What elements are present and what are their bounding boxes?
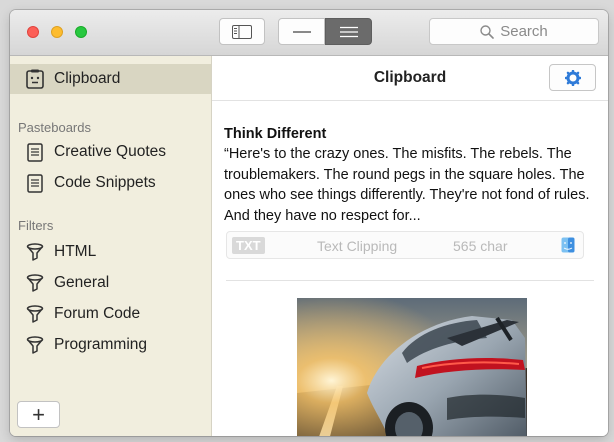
- gear-icon: [564, 69, 581, 86]
- search-icon: [480, 24, 495, 39]
- page-title: Clipboard: [373, 69, 447, 86]
- funnel-icon: [25, 273, 45, 293]
- funnel-icon: [25, 335, 45, 355]
- clip-title[interactable]: Think Different: [224, 126, 326, 142]
- sidebar-item-label: General: [54, 274, 110, 291]
- compact-view-button[interactable]: [278, 18, 325, 45]
- clip-preview-text[interactable]: “Here's to the crazy ones. The misfits. …: [224, 144, 596, 226]
- main-header: Clipboard: [212, 56, 608, 101]
- close-window-button[interactable]: [27, 26, 39, 38]
- sidebar-item-html[interactable]: HTML: [10, 237, 211, 267]
- type-badge: TXT: [232, 237, 265, 254]
- sidebar-item-label: Creative Quotes: [54, 143, 166, 160]
- settings-button[interactable]: [549, 64, 596, 91]
- zoom-window-button[interactable]: [75, 26, 87, 38]
- clip-metadata-bar: TXT Text Clipping 565 char: [226, 231, 584, 259]
- add-button[interactable]: +: [17, 401, 60, 428]
- funnel-icon: [25, 304, 45, 324]
- pasteboards-heading: Pasteboards: [18, 120, 91, 135]
- sidebar-item-general[interactable]: General: [10, 268, 211, 298]
- sidebar-item-code-snippets[interactable]: Code Snippets: [10, 168, 211, 198]
- clipboard-icon: [25, 69, 45, 89]
- sidebar-item-label: Programming: [54, 336, 148, 353]
- title-bar: Search: [10, 10, 608, 56]
- sidebar-icon: [232, 24, 252, 39]
- finder-icon[interactable]: [561, 237, 575, 256]
- divider: [226, 280, 594, 281]
- document-icon: [25, 142, 45, 162]
- sidebar-item-label: Code Snippets: [54, 174, 156, 191]
- list-icon: [339, 26, 358, 37]
- minimize-window-button[interactable]: [51, 26, 63, 38]
- char-count: 565 char: [453, 238, 508, 254]
- main-panel: Clipboard Think Different “Here's to the…: [212, 56, 608, 436]
- line-icon: [292, 30, 311, 33]
- sidebar-item-creative-quotes[interactable]: Creative Quotes: [10, 137, 211, 167]
- sidebar-item-programming[interactable]: Programming: [10, 330, 211, 360]
- sidebar: Clipboard Pasteboards Creative Quotes Co…: [10, 56, 212, 436]
- sidebar-item-label: HTML: [54, 243, 97, 260]
- clip-type: Text Clipping: [317, 238, 398, 254]
- clip-image-car[interactable]: [297, 298, 527, 436]
- toggle-sidebar-button[interactable]: [219, 18, 265, 45]
- sidebar-item-clipboard[interactable]: Clipboard: [10, 64, 211, 94]
- filters-heading: Filters: [18, 218, 54, 233]
- plus-icon: +: [32, 401, 45, 427]
- search-field[interactable]: Search: [429, 18, 599, 45]
- sidebar-item-label: Forum Code: [54, 305, 141, 322]
- document-icon: [25, 173, 45, 193]
- list-view-button[interactable]: [325, 18, 372, 45]
- sidebar-item-forum-code[interactable]: Forum Code: [10, 299, 211, 329]
- search-placeholder: Search: [500, 23, 548, 40]
- app-window: Search Clipboard Pasteboards Creative Qu…: [10, 10, 608, 436]
- funnel-icon: [25, 242, 45, 262]
- sidebar-item-label: Clipboard: [54, 70, 121, 87]
